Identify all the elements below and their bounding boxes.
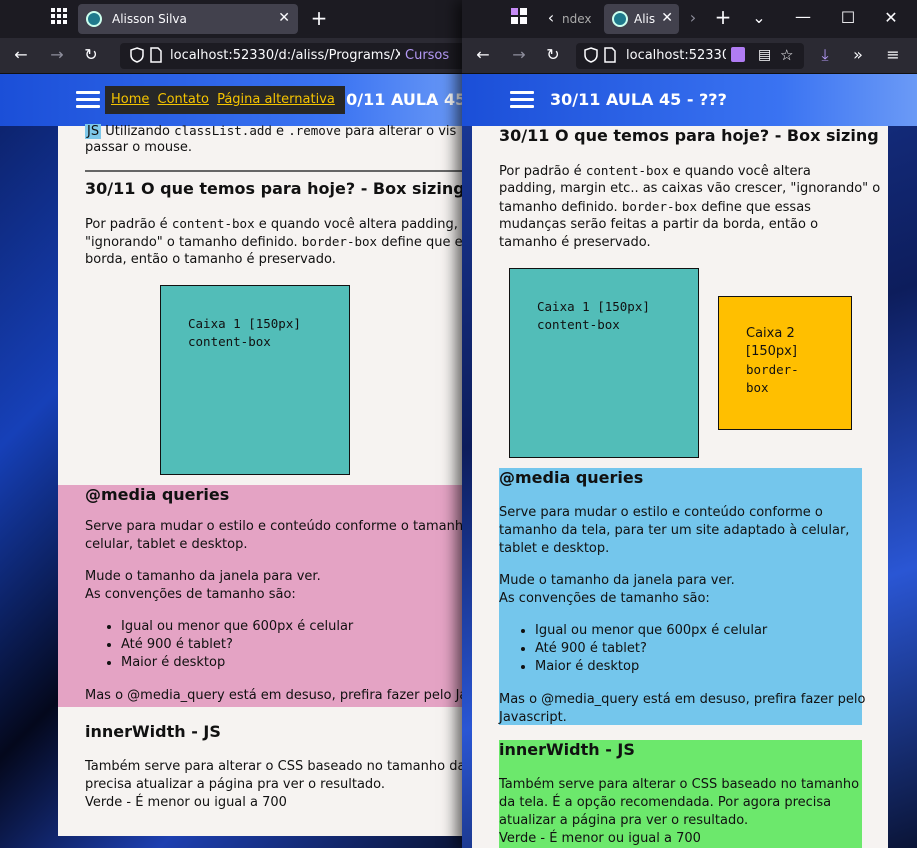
caixa-1-content-box: Caixa 1 [150px] content-box — [509, 268, 699, 458]
close-icon[interactable]: ✕ — [278, 10, 290, 26]
media-queries-section: @media queries Serve para mudar o estilo… — [58, 485, 470, 707]
apps-grid-icon[interactable] — [48, 8, 70, 30]
size-conventions-list: Igual ou menor que 600px é celular Até 9… — [499, 622, 862, 676]
media-queries-heading: @media queries — [85, 485, 230, 504]
site-favicon-icon — [86, 11, 102, 27]
box-sizing-heading: 30/11 O que temos para hoje? - Box sizin… — [499, 126, 879, 145]
right-tab-bar: ‹ ndex Alis ✕ › + ⌄ — ☐ ✕ — [462, 0, 917, 38]
shield-icon[interactable] — [584, 47, 598, 67]
list-item: Maior é desktop — [121, 654, 470, 672]
page-content: JS Utilizando classList.add e .remove pa… — [58, 123, 470, 836]
tab-alisson-active[interactable]: Alis ✕ — [604, 4, 679, 34]
url-text: localhost:52330/d:/aliss/Programs/X — [170, 48, 400, 63]
minimize-icon[interactable]: — — [792, 7, 814, 29]
left-tab-bar: Alisson Silva ✕ + — [0, 0, 470, 38]
back-icon[interactable]: ← — [10, 45, 32, 67]
list-item: Maior é desktop — [535, 658, 862, 676]
address-bar[interactable]: localhost:52330 ▤ ☆ — [576, 43, 804, 69]
page-title: 30/11 AULA 45 - — [335, 90, 470, 109]
back-icon[interactable]: ← — [472, 45, 494, 67]
window-icon[interactable] — [508, 8, 530, 30]
list-item: Até 900 é tablet? — [535, 640, 862, 658]
media-queries-section: @media queries Serve para mudar o estilo… — [499, 468, 865, 725]
reload-icon[interactable]: ↻ — [542, 45, 564, 67]
page-title: 30/11 AULA 45 - ??? — [550, 90, 727, 109]
shield-icon[interactable] — [130, 47, 144, 67]
address-bar[interactable]: localhost:52330/d:/aliss/Programs/X Curs… — [120, 43, 465, 69]
list-item: Igual ou menor que 600px é celular — [535, 622, 862, 640]
innerwidth-heading: innerWidth - JS — [499, 740, 635, 759]
star-icon[interactable]: ☆ — [780, 46, 793, 64]
box-sizing-heading: 30/11 O que temos para hoje? - Box sizin… — [85, 179, 465, 198]
tab-index[interactable]: ndex — [562, 12, 592, 26]
download-icon[interactable]: ⤓ — [814, 45, 836, 67]
tab-scroll-left-icon[interactable]: ‹ — [540, 8, 562, 30]
menu-icon[interactable]: ≡ — [882, 45, 904, 67]
tab-alisson-silva[interactable]: Alisson Silva ✕ — [78, 4, 298, 34]
nav-link-pagina-alternativa[interactable]: Página alternativa — [217, 92, 335, 107]
innerwidth-section: innerWidth - JS Também serve para altera… — [499, 740, 862, 848]
left-toolbar: ← → ↻ localhost:52330/d:/aliss/Programs/… — [0, 38, 470, 74]
left-browser-window: Alisson Silva ✕ + ← → ↻ localhost:52330/… — [0, 0, 470, 848]
js-badge: JS — [85, 124, 102, 139]
nav-link-contato[interactable]: Contato — [158, 92, 209, 107]
right-toolbar: ← → ↻ localhost:52330 ▤ ☆ ⤓ » ≡ — [462, 38, 917, 74]
site-header: 30/11 AULA 45 - ??? — [462, 74, 917, 126]
divider — [85, 170, 470, 172]
caixa-2-border-box: Caixa 2 [150px] border- box — [718, 296, 852, 430]
more-tools-icon[interactable]: » — [847, 45, 869, 67]
tab-title: Alisson Silva — [112, 12, 187, 26]
close-icon[interactable]: ✕ — [661, 10, 673, 26]
nav-menu: Home Contato Página alternativa — [105, 86, 345, 114]
close-icon[interactable]: ✕ — [880, 8, 902, 30]
page-icon — [604, 47, 616, 67]
extensions-icon[interactable] — [731, 47, 745, 62]
right-browser-window: ‹ ndex Alis ✕ › + ⌄ — ☐ ✕ ← → ↻ localhos… — [462, 0, 917, 848]
maximize-icon[interactable]: ☐ — [837, 8, 859, 30]
forward-icon: → — [512, 45, 526, 64]
cursos-bookmark[interactable]: Cursos — [405, 48, 449, 63]
size-conventions-list: Igual ou menor que 600px é celular Até 9… — [85, 618, 470, 672]
url-text: localhost:52330 — [626, 48, 726, 63]
hamburger-icon[interactable] — [76, 91, 100, 108]
site-favicon-icon — [612, 11, 628, 27]
reader-view-icon[interactable]: ▤ — [758, 47, 771, 63]
page-icon — [150, 47, 162, 67]
new-tab-icon[interactable]: + — [308, 8, 330, 30]
list-item: Até 900 é tablet? — [121, 636, 470, 654]
caixa-1-content-box: Caixa 1 [150px] content-box — [160, 285, 350, 475]
forward-icon: → — [50, 45, 64, 64]
media-queries-heading: @media queries — [499, 468, 644, 487]
innerwidth-heading: innerWidth - JS — [85, 722, 221, 741]
list-item: Igual ou menor que 600px é celular — [121, 618, 470, 636]
page-content: 30/11 O que temos para hoje? - Box sizin… — [472, 126, 888, 848]
reload-icon[interactable]: ↻ — [80, 45, 102, 67]
hamburger-icon[interactable] — [510, 91, 534, 108]
tab-scroll-right-icon: › — [689, 8, 697, 27]
new-tab-icon[interactable]: + — [712, 7, 734, 29]
nav-link-home[interactable]: Home — [111, 92, 149, 107]
list-all-tabs-icon[interactable]: ⌄ — [748, 8, 770, 30]
